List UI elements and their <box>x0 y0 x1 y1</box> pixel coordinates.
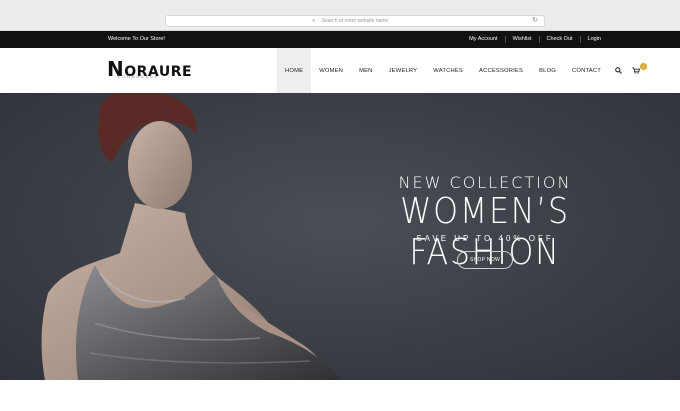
shop-now-button[interactable]: SHOP NOW <box>457 251 513 269</box>
search-button[interactable] <box>609 48 627 93</box>
top-bar: Welcome To Our Store! My Account Wishlis… <box>0 31 680 48</box>
nav-blog[interactable]: BLOG <box>531 48 564 93</box>
search-icon: ⌕ <box>312 18 316 24</box>
nav-men[interactable]: MEN <box>351 48 380 93</box>
nav-home[interactable]: HOME <box>277 48 312 93</box>
hero-subtitle: NEW COLLECTION <box>398 173 572 192</box>
site-header: NORAURE ECOMMERCE HOME WOMEN MEN JEWELRY… <box>0 48 680 93</box>
search-icon <box>614 67 622 74</box>
welcome-text: Welcome To Our Store! <box>108 36 165 42</box>
main-nav: HOME WOMEN MEN JEWELRY WATCHES ACCESSORI… <box>277 48 647 93</box>
login-link[interactable]: Login <box>579 36 608 43</box>
cart-count-badge: 0 <box>640 63 647 70</box>
reload-icon[interactable]: ↻ <box>532 16 538 26</box>
browser-toolbar: ⌕ Search or enter website name ↻ <box>0 0 680 31</box>
wishlist-link[interactable]: Wishlist <box>504 36 539 43</box>
logo-tagline: ECOMMERCE <box>118 74 159 79</box>
page-bottom-strip <box>0 380 680 411</box>
account-links: My Account Wishlist Check Out Login <box>462 36 608 43</box>
nav-women[interactable]: WOMEN <box>311 48 351 93</box>
my-account-link[interactable]: My Account <box>462 36 504 43</box>
nav-contact[interactable]: CONTACT <box>564 48 609 93</box>
address-placeholder: Search or enter website name <box>321 18 389 24</box>
logo[interactable]: NORAURE ECOMMERCE <box>107 57 192 81</box>
checkout-link[interactable]: Check Out <box>538 36 580 43</box>
address-bar[interactable]: ⌕ Search or enter website name ↻ <box>165 15 545 27</box>
cart-icon <box>632 67 640 74</box>
hero-banner: NEW COLLECTION WOMEN’S FASHION SAVE UP T… <box>0 93 680 380</box>
hero-promo-text: SAVE UP TO 40% OFF <box>416 234 554 243</box>
nav-watches[interactable]: WATCHES <box>425 48 471 93</box>
cart-button[interactable]: 0 <box>627 48 647 93</box>
nav-accessories[interactable]: ACCESSORIES <box>471 48 531 93</box>
nav-jewelry[interactable]: JEWELRY <box>381 48 426 93</box>
